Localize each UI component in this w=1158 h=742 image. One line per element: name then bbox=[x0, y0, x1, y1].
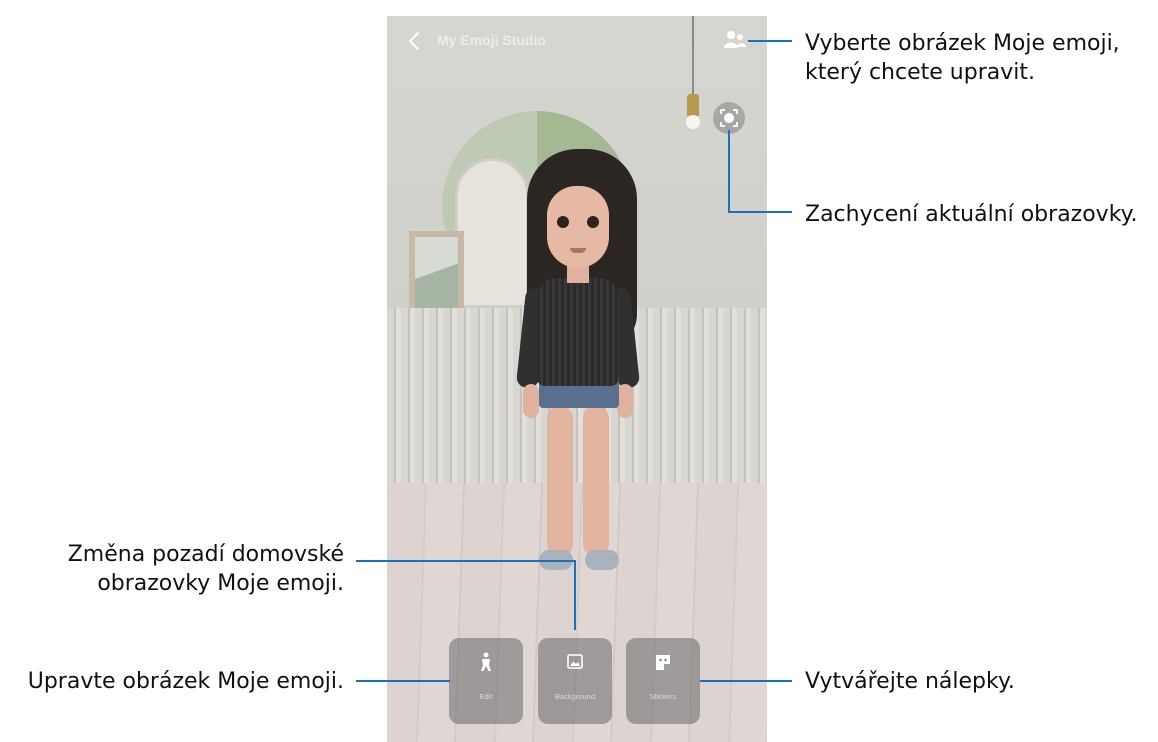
edit-button-label: Edit bbox=[479, 692, 493, 701]
stickers-button[interactable]: Stickers bbox=[626, 638, 700, 724]
person-icon bbox=[481, 652, 491, 671]
pendant-lamp bbox=[687, 94, 699, 116]
callout-change-background-line2: obrazovky Moje emoji. bbox=[97, 571, 344, 596]
lamp-cord bbox=[692, 16, 694, 96]
sticker-icon bbox=[656, 655, 670, 670]
callout-line-stickers bbox=[700, 680, 792, 682]
image-icon bbox=[567, 654, 583, 669]
callout-edit-emoji-text: Upravte obrázek Moje emoji. bbox=[27, 669, 344, 694]
profiles-icon[interactable] bbox=[722, 28, 748, 52]
callout-line-profiles bbox=[748, 40, 792, 42]
callout-change-background: Změna pozadí domovské obrazovky Moje emo… bbox=[68, 540, 344, 598]
screen-title: My Emoji Studio bbox=[437, 32, 546, 48]
callout-capture-screen: Zachycení aktuální obrazovky. bbox=[805, 200, 1138, 229]
callout-select-emoji: Vyberte obrázek Moje emoji, který chcete… bbox=[805, 29, 1120, 87]
background-button-label: Background bbox=[554, 692, 596, 701]
callout-line-background-horizontal bbox=[356, 560, 576, 562]
edit-button[interactable]: Edit bbox=[449, 638, 523, 724]
callout-create-stickers-text: Vytvářejte nálepky. bbox=[805, 669, 1015, 694]
callout-select-emoji-line2: který chcete upravit. bbox=[805, 60, 1035, 85]
background-button[interactable]: Background bbox=[538, 638, 612, 724]
callout-change-background-line1: Změna pozadí domovské bbox=[67, 542, 344, 567]
stickers-button-label: Stickers bbox=[649, 692, 677, 701]
phone-screen: My Emoji Studio Edit Background Stickers bbox=[387, 16, 767, 742]
callout-edit-emoji: Upravte obrázek Moje emoji. bbox=[28, 667, 344, 696]
callout-create-stickers: Vytvářejte nálepky. bbox=[805, 667, 1015, 696]
callout-line-background-vertical bbox=[574, 560, 576, 630]
back-icon[interactable] bbox=[405, 30, 425, 52]
callout-select-emoji-line1: Vyberte obrázek Moje emoji, bbox=[805, 31, 1120, 56]
callout-line-edit bbox=[356, 680, 450, 682]
arch-mirror bbox=[455, 158, 529, 308]
lamp-bulb bbox=[686, 115, 700, 129]
callout-line-capture-horizontal bbox=[728, 211, 792, 213]
callout-capture-screen-text: Zachycení aktuální obrazovky. bbox=[805, 202, 1138, 227]
callout-line-capture-vertical bbox=[728, 130, 730, 213]
